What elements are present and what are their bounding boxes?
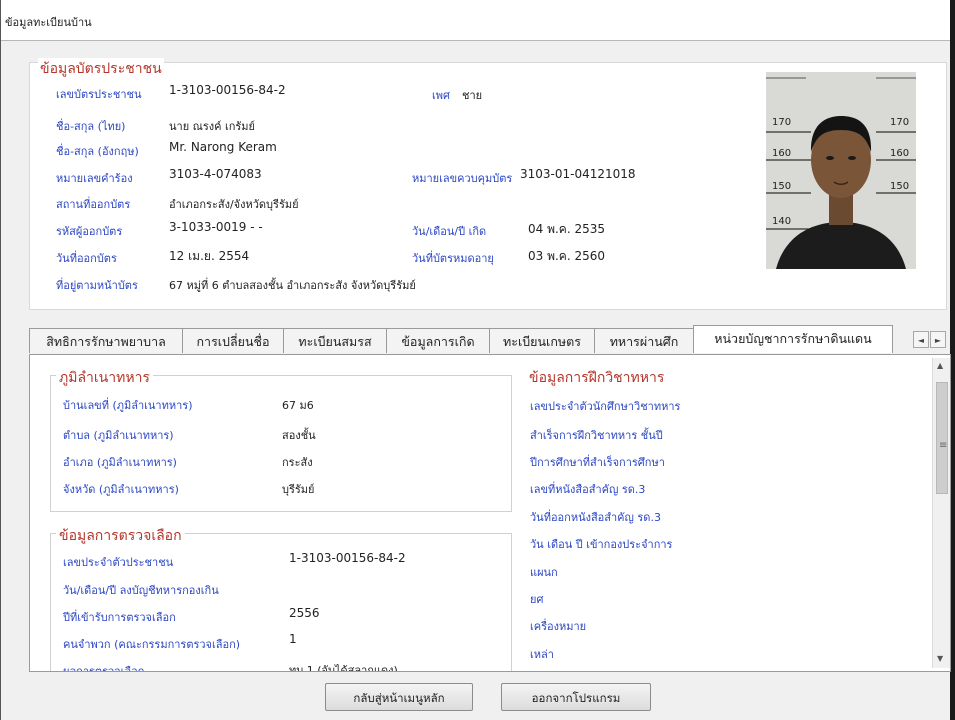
domicile-row-label: บ้านเลขที่ (ภูมิลำเนาทหาร) <box>63 399 193 412</box>
tab-medical-rights[interactable]: สิทธิการรักษาพยาบาล <box>29 328 183 353</box>
tab-territorial-defense[interactable]: หน่วยบัญชาการรักษาดินแดน <box>693 325 893 353</box>
app-window: ข้อมูลทะเบียนบ้าน ข้อมูลบัตรประชาชน เลขบ… <box>0 0 955 720</box>
expiry-date-value: 03 พ.ค. 2560 <box>528 249 606 263</box>
vertical-scrollbar[interactable]: ▲ ≡ ▼ <box>932 358 950 668</box>
selection-row-value: 1 <box>289 632 297 646</box>
issuer-code-value: 3-1033-0019 - - <box>169 220 263 234</box>
scroll-grip-icon: ≡ <box>939 440 948 451</box>
control-number-value: 3103-01-04121018 <box>520 167 636 181</box>
height-mark: 150 <box>890 181 909 192</box>
tab-marriage[interactable]: ทะเบียนสมรส <box>283 328 387 353</box>
request-number-value: 3103-4-074083 <box>169 167 262 181</box>
domicile-row-label: จังหวัด (ภูมิลำเนาทหาร) <box>63 483 179 496</box>
domicile-row-label: ตำบล (ภูมิลำเนาทหาร) <box>63 429 174 442</box>
selection-row-label: เลขประจำตัวประชาชน <box>63 556 174 569</box>
window-title: ข้อมูลทะเบียนบ้าน <box>5 16 92 29</box>
training-item: เลขประจำตัวนักศึกษาวิชาทหาร <box>530 400 681 413</box>
name-th-value: นาย ณรงค์ เกรัมย์ <box>169 120 256 133</box>
portrait-image: 170 170 160 160 150 150 140 <box>766 72 916 269</box>
domicile-row-value: 67 ม6 <box>282 399 314 412</box>
training-item: วันที่ออกหนังสือสำคัญ รด.3 <box>530 511 661 524</box>
id-photo: 170 170 160 160 150 150 140 <box>766 72 916 269</box>
training-item: สำเร็จการฝึกวิชาทหาร ชั้นปี <box>530 429 663 442</box>
selection-row-label: ปีที่เข้ารับการตรวจเลือก <box>63 611 176 624</box>
request-number-label: หมายเลขคำร้อง <box>56 172 133 185</box>
selection-title: ข้อมูลการตรวจเลือก <box>56 525 185 547</box>
domicile-title: ภูมิลำเนาทหาร <box>56 367 153 389</box>
expiry-date-label: วันที่บัตรหมดอายุ <box>412 252 494 265</box>
address-label: ที่อยู่ตามหน้าบัตร <box>56 279 138 292</box>
height-mark: 160 <box>772 148 791 159</box>
issue-date-label: วันที่ออกบัตร <box>56 252 117 265</box>
address-value: 67 หมู่ที่ 6 ตำบลสองชั้น อำเภอกระสัง จัง… <box>169 279 416 292</box>
training-title: ข้อมูลการฝึกวิชาทหาร <box>526 367 668 389</box>
name-en-label: ชื่อ-สกุล (อังกฤษ) <box>56 145 139 158</box>
tab-birth[interactable]: ข้อมูลการเกิด <box>386 328 490 353</box>
tab-scroll-left-button[interactable]: ◄ <box>913 331 929 348</box>
domicile-row-value: สองชั้น <box>282 429 316 442</box>
scroll-down-icon[interactable]: ▼ <box>937 654 943 663</box>
height-mark: 170 <box>890 117 909 128</box>
scroll-thumb[interactable] <box>936 382 948 494</box>
domicile-row-value: กระสัง <box>282 456 313 469</box>
training-item: ยศ <box>530 593 544 606</box>
title-bar: ข้อมูลทะเบียนบ้าน <box>1 0 950 41</box>
height-mark: 160 <box>890 148 909 159</box>
tab-strip: สิทธิการรักษาพยาบาล การเปลี่ยนชื่อ ทะเบี… <box>29 325 951 355</box>
selection-row-label: ผลการตรวจเลือก <box>63 665 145 672</box>
tab-veterans[interactable]: ทหารผ่านศึก <box>594 328 694 353</box>
scroll-up-icon[interactable]: ▲ <box>937 361 943 370</box>
training-item: เครื่องหมาย <box>530 620 587 633</box>
training-item: วัน เดือน ปี เข้ากองประจำการ <box>530 538 673 551</box>
name-th-label: ชื่อ-สกุล (ไทย) <box>56 120 126 133</box>
name-en-value: Mr. Narong Keram <box>169 140 277 154</box>
tab-name-change[interactable]: การเปลี่ยนชื่อ <box>182 328 284 353</box>
selection-row-value: 1-3103-00156-84-2 <box>289 551 406 565</box>
main-menu-button[interactable]: กลับสู่หน้าเมนูหลัก <box>325 683 473 711</box>
id-number-value: 1-3103-00156-84-2 <box>169 83 286 97</box>
sex-label: เพศ <box>432 89 450 102</box>
height-mark: 140 <box>772 216 791 227</box>
issue-place-label: สถานที่ออกบัตร <box>56 198 131 211</box>
height-mark: 170 <box>772 117 791 128</box>
domicile-row-value: บุรีรัมย์ <box>282 483 315 496</box>
issue-date-value: 12 เม.ย. 2554 <box>169 249 250 263</box>
id-card-title: ข้อมูลบัตรประชาชน <box>38 58 164 80</box>
selection-row-label: คนจำพวก (คณะกรรมการตรวจเลือก) <box>63 638 241 651</box>
selection-row-value: 2556 <box>289 606 320 620</box>
training-item: แผนก <box>530 566 558 579</box>
issue-place-value: อำเภอกระสัง/จังหวัดบุรีรัมย์ <box>169 198 299 211</box>
issuer-code-label: รหัสผู้ออกบัตร <box>56 225 123 238</box>
dob-value: 04 พ.ค. 2535 <box>528 222 606 236</box>
dob-label: วัน/เดือน/ปี เกิด <box>412 225 487 238</box>
training-item: เหล่า <box>530 648 554 661</box>
id-number-label: เลขบัตรประชาชน <box>56 88 142 101</box>
tab-scroll-right-button[interactable]: ► <box>930 331 946 348</box>
training-item: ปีการศึกษาที่สำเร็จการศึกษา <box>530 456 665 469</box>
exit-button[interactable]: ออกจากโปรแกรม <box>501 683 651 711</box>
control-number-label: หมายเลขควบคุมบัตร <box>412 172 513 185</box>
sex-value: ชาย <box>462 89 483 102</box>
tab-agriculture[interactable]: ทะเบียนเกษตร <box>489 328 595 353</box>
height-mark: 150 <box>772 181 791 192</box>
domicile-row-label: อำเภอ (ภูมิลำเนาทหาร) <box>63 456 177 469</box>
tab-panel: ภูมิลำเนาทหาร บ้านเลขที่ (ภูมิลำเนาทหาร)… <box>29 354 951 672</box>
selection-row-label: วัน/เดือน/ปี ลงบัญชีทหารกองเกิน <box>63 584 219 597</box>
training-item: เลขที่หนังสือสำคัญ รด.3 <box>530 483 646 496</box>
selection-row-value: ทบ.1 (จับได้สลากแดง) <box>289 664 398 672</box>
